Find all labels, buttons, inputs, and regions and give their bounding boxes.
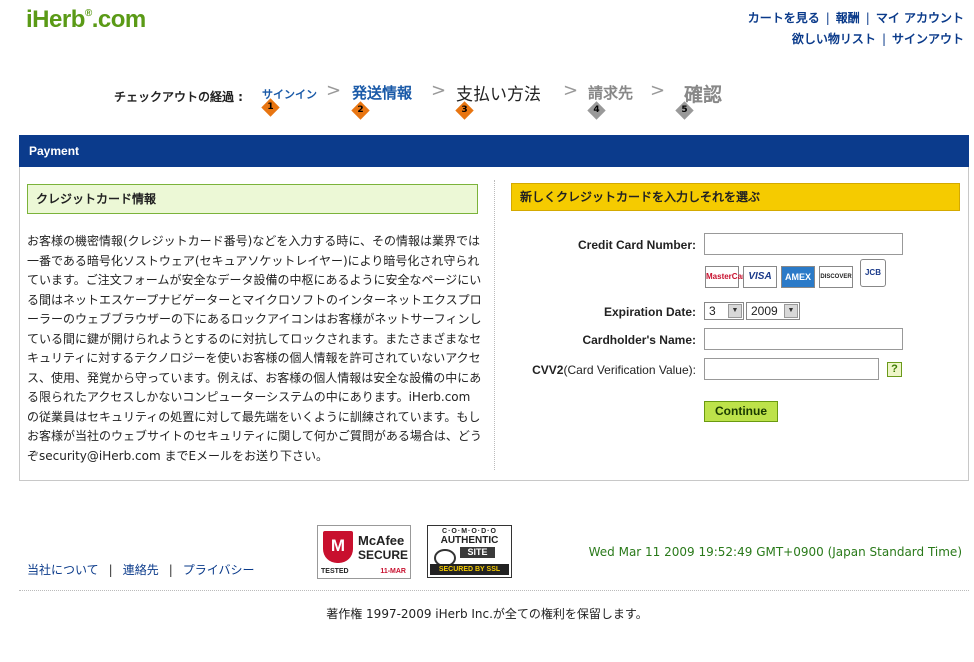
amex-icon: AMEX <box>781 266 815 288</box>
sign-out-link[interactable]: サインアウト <box>892 32 964 46</box>
logo-registered-mark: ® <box>84 8 92 19</box>
credit-card-info-heading: クレジットカード情報 <box>27 184 478 214</box>
mcafee-shield-icon: M <box>323 531 353 563</box>
step-4-badge: 4 <box>587 101 606 120</box>
mcafee-secure-badge[interactable]: M McAfee SECURE TESTED 11-MAR <box>317 525 411 579</box>
step-billing: 請求先 4 <box>587 80 634 120</box>
contact-link[interactable]: 連絡先 <box>123 563 159 577</box>
step-separator-icon: > <box>650 80 666 101</box>
rewards-link[interactable]: 報酬 <box>836 11 860 25</box>
expiration-label: Expiration Date: <box>603 305 696 319</box>
mastercard-icon: MasterCard <box>705 266 750 288</box>
cvv-help-icon[interactable]: ? <box>887 362 902 377</box>
step-billing-label: 請求先 <box>588 84 634 102</box>
privacy-link[interactable]: プライバシー <box>183 563 255 577</box>
payment-section-header: Payment <box>19 135 969 167</box>
step-1-badge: 1 <box>261 98 280 117</box>
copyright-text: 著作権 1997-2009 iHerb Inc.が全ての権利を保留します。 <box>326 607 648 621</box>
step-confirm-label: 確認 <box>684 84 723 106</box>
step-3-badge: 3 <box>455 101 474 120</box>
wishlist-link[interactable]: 欲しい物リスト <box>792 32 876 46</box>
logo-tld: .com <box>91 6 147 33</box>
checkout-progress: チェックアウトの経過 : サインイン 1 > 発送情報 2 > 支払い方法 3 … <box>114 78 754 122</box>
server-datetime: Wed Mar 11 2009 19:52:49 GMT+0900 (Japan… <box>588 545 962 559</box>
cc-number-input[interactable] <box>704 233 903 255</box>
visa-icon: VISA <box>743 266 777 288</box>
account-links: カートを見る | 報酬 | マイ アカウント 欲しい物リスト | サインアウト <box>747 11 964 46</box>
logo-text: iHerb <box>26 6 85 33</box>
chevron-down-icon: ▼ <box>784 304 798 318</box>
step-payment-label: 支払い方法 <box>456 85 541 105</box>
cardholder-label: Cardholder's Name: <box>582 333 696 347</box>
step-5-badge: 5 <box>675 101 694 120</box>
step-shipping: 発送情報 2 <box>351 80 413 120</box>
exp-year-value: 2009 <box>751 304 778 318</box>
checkout-progress-label: チェックアウトの経過 : <box>114 90 243 104</box>
exp-month-select[interactable]: 3 ▼ <box>704 302 744 320</box>
footer-links: 当社について | 連絡先 | プライバシー <box>27 563 255 577</box>
step-confirm: 確認 5 <box>675 80 723 120</box>
comodo-ssl-badge[interactable]: C·O·M·O·D·O AUTHENTIC SITE SECURED BY SS… <box>427 525 512 578</box>
new-card-heading: 新しくクレジットカードを入力しそれを選ぶ <box>511 183 960 211</box>
footer-divider <box>19 590 969 591</box>
step-shipping-label: 発送情報 <box>352 84 413 102</box>
security-info-text: お客様の機密情報(クレジットカード番号)などを入力する時に、その情報は業界では一… <box>27 234 482 463</box>
step-separator-icon: > <box>326 80 342 101</box>
jcb-icon: JCB <box>860 259 886 287</box>
exp-year-select[interactable]: 2009 ▼ <box>746 302 800 320</box>
step-separator-icon: > <box>563 80 579 101</box>
chevron-down-icon: ▼ <box>728 304 742 318</box>
step-separator-icon: > <box>431 80 447 101</box>
about-link[interactable]: 当社について <box>27 563 99 577</box>
discover-icon: DISCOVER <box>819 266 853 288</box>
step-signin: サインイン 1 <box>261 80 317 117</box>
step-2-badge: 2 <box>351 101 370 120</box>
cc-number-label: Credit Card Number: <box>577 238 696 252</box>
view-cart-link[interactable]: カートを見る <box>748 11 820 25</box>
continue-button[interactable]: Continue <box>704 401 778 422</box>
my-account-link[interactable]: マイ アカウント <box>876 11 964 25</box>
cvv-label: CVV2(Card Verification Value): <box>532 363 696 377</box>
panel-divider <box>494 180 495 470</box>
step-payment: 支払い方法 3 <box>455 80 541 120</box>
exp-month-value: 3 <box>709 304 716 318</box>
cvv-input[interactable] <box>704 358 879 380</box>
iherb-logo[interactable]: iHerb®.com <box>26 6 146 34</box>
cardholder-name-input[interactable] <box>704 328 903 350</box>
